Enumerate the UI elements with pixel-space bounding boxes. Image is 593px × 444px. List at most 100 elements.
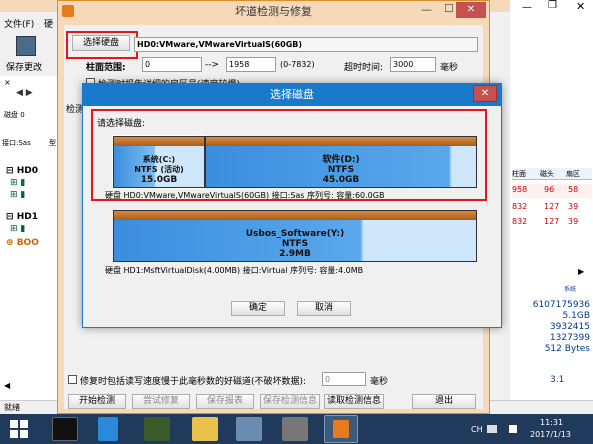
cell: 58 xyxy=(568,185,579,194)
ok-button[interactable]: 确定 xyxy=(231,301,285,316)
partition-bar xyxy=(114,137,204,146)
partition-bar xyxy=(114,211,476,220)
disk-param-values: 6107175936 5.1GB 3932415 1327399 512 Byt… xyxy=(510,300,590,360)
repair-ms-unit: 毫秒 xyxy=(370,377,389,387)
scroll-right-icon[interactable]: ▶ xyxy=(578,267,584,276)
capacity-value: 5.1GB xyxy=(562,311,590,321)
read-check-info-button[interactable]: 读取检测信息 xyxy=(324,394,384,409)
table-row[interactable]: 958 96 58 xyxy=(512,184,592,198)
cell: 127 xyxy=(544,217,560,226)
modal-title: 选择磁盘 xyxy=(83,84,501,106)
timeout-unit: 毫秒 xyxy=(440,63,459,73)
ime-indicator[interactable]: CH xyxy=(471,425,483,434)
right-info-panel: — ❐ ✕ 柱面 磁头 扇区 958 96 58 832 127 39 832 … xyxy=(510,0,593,414)
save-icon[interactable] xyxy=(16,36,36,56)
cylinder-from-input[interactable]: 0 xyxy=(142,57,202,72)
close-icon[interactable]: ✕ xyxy=(576,0,585,13)
system-label: 系统 xyxy=(564,286,577,293)
cylinder-range-label: 柱面范围: xyxy=(86,63,126,73)
modal-close-icon[interactable]: ✕ xyxy=(473,85,497,102)
bg-window-controls: — ❐ ✕ xyxy=(510,0,593,16)
table-row[interactable]: 832 127 39 xyxy=(512,216,592,230)
app-window-icon[interactable] xyxy=(236,417,262,441)
diskgenius-icon[interactable] xyxy=(324,415,358,443)
taskbar: CH 11:31 2017/1/13 xyxy=(0,414,593,444)
repair-ms-input[interactable]: 0 xyxy=(322,372,366,386)
cell: 39 xyxy=(568,202,579,211)
start-button[interactable] xyxy=(4,418,34,440)
tree-item-hd0[interactable]: ⊟ HD0 xyxy=(6,166,38,176)
status-text: 就绪 xyxy=(4,403,20,412)
arrow-label: --> xyxy=(205,60,220,70)
dialog-title-text: 坏道检测与修复 xyxy=(235,5,312,18)
cell: 958 xyxy=(512,185,528,194)
disk-tree-panel: × ◀ ▶ 磁盘 0 接口:Sas 型 ⊟ HD0 ⊞ ▮ ⊞ ▮ ⊟ HD1 … xyxy=(0,76,62,442)
col-cylinder: 柱面 xyxy=(512,170,526,178)
clock-date[interactable]: 2017/1/13 xyxy=(530,430,571,439)
disk-tool-icon[interactable] xyxy=(282,417,308,441)
app-blue-icon[interactable] xyxy=(98,417,118,441)
partition-bar xyxy=(206,137,476,146)
tree-item-partition[interactable]: ⊞ ▮ xyxy=(10,178,25,188)
disk-tree: ⊟ HD0 ⊞ ▮ ⊞ ▮ ⊟ HD1 ⊞ ▮ ⊕ BOO xyxy=(6,166,60,256)
repair-slow-label: 修复时包括读写速度慢于此毫秒数的好磁道(不破坏数据): xyxy=(80,377,307,387)
file-explorer-icon[interactable] xyxy=(192,417,218,441)
interface-label: 接口:Sas xyxy=(2,139,31,147)
cell: 127 xyxy=(544,202,560,211)
dialog-maximize-icon[interactable]: ☐ xyxy=(444,2,454,15)
partition-y[interactable]: Usbos_Software(Y:) NTFS 2.9MB xyxy=(113,210,477,262)
windows-logo-icon xyxy=(10,420,28,438)
minimize-icon[interactable]: — xyxy=(522,2,532,13)
dialog-close-icon[interactable]: ✕ xyxy=(456,2,486,18)
table-header: 柱面 磁头 扇区 xyxy=(512,168,592,180)
partition-name: 软件(D:) xyxy=(322,155,360,165)
partition-size: 45.0GB xyxy=(322,175,360,185)
disk-info-field: HD0:VMware,VMwareVirtualS(60GB) xyxy=(134,37,478,52)
cylinder-hint: (0-7832) xyxy=(280,60,315,69)
model-abbrev: 型 xyxy=(49,139,56,147)
close-x-icon[interactable]: × xyxy=(4,78,11,87)
toolbar: 保存更改 xyxy=(0,32,60,76)
tree-item-hd1[interactable]: ⊟ HD1 xyxy=(6,212,38,222)
disk0-info: 硬盘 HD0:VMware,VMwareVirtualS(60GB) 接口:Sa… xyxy=(105,191,385,200)
menu-file[interactable]: 文件(F) xyxy=(4,17,34,30)
network-icon[interactable] xyxy=(508,424,518,434)
partition-c[interactable]: 系统(C:) NTFS (活动) 15.0GB xyxy=(112,135,206,189)
table-row[interactable]: 832 127 39 xyxy=(512,201,592,215)
scroll-left-icon[interactable]: ◀ xyxy=(4,381,10,390)
keyboard-icon[interactable] xyxy=(487,425,497,433)
cell: 96 xyxy=(544,185,555,194)
timeout-input[interactable]: 3000 xyxy=(390,57,436,72)
menu-disk[interactable]: 硬 xyxy=(44,17,53,30)
repair-slow-checkbox[interactable] xyxy=(68,375,77,384)
select-disk-prompt: 请选择磁盘: xyxy=(97,119,146,129)
sector-count: 3932415 xyxy=(549,322,590,332)
partition-name: Usbos_Software(Y:) xyxy=(245,229,345,239)
tree-item-boot[interactable]: ⊕ BOO xyxy=(6,238,39,248)
start-check-button[interactable]: 开始检测 xyxy=(68,394,126,409)
clock-time[interactable]: 11:31 xyxy=(540,418,563,427)
cancel-button[interactable]: 取消 xyxy=(297,301,351,316)
col-sector: 扇区 xyxy=(566,170,580,178)
partition-size: 15.0GB xyxy=(140,175,178,185)
partition-d[interactable]: 软件(D:) NTFS 45.0GB xyxy=(205,136,477,188)
tree-item-partition[interactable]: ⊞ ▮ xyxy=(10,190,25,200)
try-repair-button[interactable]: 尝试修复 xyxy=(132,394,190,409)
save-check-info-button[interactable]: 保存检测信息 xyxy=(260,394,320,409)
save-report-button[interactable]: 保存报表 xyxy=(196,394,254,409)
exit-button[interactable]: 退出 xyxy=(412,394,476,409)
dialog-minimize-icon[interactable]: — xyxy=(421,3,432,16)
app-green-icon[interactable] xyxy=(144,417,170,441)
nav-arrows-icon[interactable]: ◀ ▶ xyxy=(16,88,33,98)
tree-item-partition[interactable]: ⊞ ▮ xyxy=(10,224,25,234)
save-changes-label[interactable]: 保存更改 xyxy=(6,60,42,73)
restore-icon[interactable]: ❐ xyxy=(548,0,557,11)
partition-size: 2.9MB xyxy=(279,249,311,259)
cmd-icon[interactable] xyxy=(52,417,78,441)
extra-value: 3.1 xyxy=(550,375,565,385)
highlight-box-select-disk xyxy=(66,31,138,59)
select-disk-modal: 选择磁盘 ✕ 请选择磁盘: 系统(C:) NTFS (活动) 15.0GB 软件… xyxy=(82,83,502,328)
cylinder-to-input[interactable]: 1958 xyxy=(226,57,276,72)
cell: 39 xyxy=(568,217,579,226)
total-bytes: 6107175936 xyxy=(532,300,590,310)
